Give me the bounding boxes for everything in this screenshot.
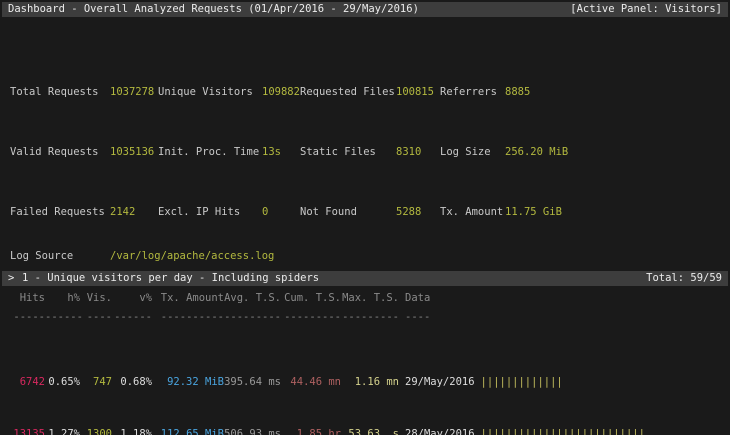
summary-value: 0 — [262, 205, 300, 220]
visitors-table: 6742 0.65% 747 0.68% 92.32 MiB 395.64 ms… — [0, 324, 730, 435]
column-header-tx: Tx. Amount — [152, 292, 224, 305]
column-header-hits: Hits — [10, 292, 45, 305]
cell-tx-amount: 92.32 MiB — [152, 376, 224, 389]
visitor-row[interactable]: 6742 0.65% 747 0.68% 92.32 MiB 395.64 ms… — [0, 376, 730, 389]
app-titlebar: Dashboard - Overall Analyzed Requests (0… — [2, 2, 728, 17]
cell-tx-amount: 112.65 MiB — [152, 428, 224, 435]
separator-dashes: --------- — [341, 311, 399, 324]
separator-dashes: ---------- — [152, 311, 224, 324]
panel-expand-marker: > — [8, 271, 22, 286]
summary-label: Referrers — [440, 85, 505, 100]
log-source-label: Log Source — [10, 250, 110, 263]
cell-visitors-percent: 0.68% — [112, 376, 152, 389]
separator-dashes: ------ — [45, 311, 80, 324]
summary-value: 8310 — [396, 145, 440, 160]
cell-cum-ts: 44.46 mn — [281, 376, 341, 389]
panel-visitors-header[interactable]: > 1 - Unique visitors per day - Includin… — [2, 271, 728, 286]
cell-hits-percent: 1.27% — [45, 428, 80, 435]
summary-value: 100815 — [396, 85, 440, 100]
summary-label: Tx. Amount — [440, 205, 505, 220]
column-header-cum-ts: Cum. T.S. — [281, 292, 341, 305]
dashboard-title: Dashboard - Overall Analyzed Requests (0… — [8, 2, 419, 17]
summary-row: Total Requests 1037278 Unique Visitors 1… — [0, 85, 730, 100]
column-header-vpct: v% — [112, 292, 152, 305]
summary-label: Unique Visitors — [158, 85, 262, 100]
cell-hits-percent: 0.65% — [45, 376, 80, 389]
cell-max-ts: 53.63 s — [341, 428, 399, 435]
log-source-row: Log Source /var/log/apache/access.log — [0, 250, 730, 263]
panel-visitors-title: 1 - Unique visitors per day - Including … — [22, 271, 319, 286]
cell-visitors: 747 — [80, 376, 112, 389]
separator-dashes: ------ — [112, 311, 152, 324]
separator-dashes: --------- — [224, 311, 281, 324]
summary-value: 11.75 GiB — [505, 205, 730, 220]
cell-visitors: 1300 — [80, 428, 112, 435]
visitors-header-separator: ----- ------ ---- ------ ---------- ----… — [0, 311, 730, 324]
overall-summary: Total Requests 1037278 Unique Visitors 1… — [0, 25, 730, 250]
summary-label: Valid Requests — [10, 145, 110, 160]
summary-label: Excl. IP Hits — [158, 205, 262, 220]
cell-cum-ts: 1.85 hr — [281, 428, 341, 435]
column-header-vis: Vis. — [80, 292, 112, 305]
summary-label: Not Found — [300, 205, 396, 220]
summary-label: Static Files — [300, 145, 396, 160]
column-header-data: Data — [405, 292, 430, 305]
column-header-max-ts: Max. T.S. — [341, 292, 399, 305]
summary-value: 1037278 — [110, 85, 158, 100]
cell-hits: 6742 — [10, 376, 45, 389]
summary-label: Log Size — [440, 145, 505, 160]
separator-dashes: ----- — [10, 311, 45, 324]
panel-visitors-total: Total: 59/59 — [646, 271, 722, 286]
column-header-hpct: h% — [45, 292, 80, 305]
summary-value: 5288 — [396, 205, 440, 220]
cell-avg-ts: 506.93 ms — [224, 428, 281, 435]
active-panel-indicator: [Active Panel: Visitors] — [570, 2, 722, 17]
summary-label: Failed Requests — [10, 205, 110, 220]
cell-date: 29/May/2016 — [405, 376, 475, 389]
cell-max-ts: 1.16 mn — [341, 376, 399, 389]
cell-avg-ts: 395.64 ms — [224, 376, 281, 389]
separator-dashes: --------- — [281, 311, 341, 324]
summary-value: 1035136 — [110, 145, 158, 160]
visitors-column-headers: Hits h% Vis. v% Tx. Amount Avg. T.S. Cum… — [0, 292, 730, 305]
hits-bar-chart: ||||||||||||| — [481, 376, 563, 389]
separator-dashes: ---- — [80, 311, 112, 324]
summary-label: Init. Proc. Time — [158, 145, 262, 160]
goaccess-dashboard: Dashboard - Overall Analyzed Requests (0… — [0, 0, 730, 435]
summary-row: Failed Requests 2142 Excl. IP Hits 0 Not… — [0, 205, 730, 220]
separator-dashes: ---- — [405, 311, 430, 324]
cell-visitors-percent: 1.18% — [112, 428, 152, 435]
summary-value: 109882 — [262, 85, 300, 100]
cell-date: 28/May/2016 — [405, 428, 475, 435]
summary-value: 13s — [262, 145, 300, 160]
hits-bar-chart: |||||||||||||||||||||||||| — [481, 428, 645, 435]
summary-label: Total Requests — [10, 85, 110, 100]
summary-row: Valid Requests 1035136 Init. Proc. Time … — [0, 145, 730, 160]
summary-value: 2142 — [110, 205, 158, 220]
column-header-avg-ts: Avg. T.S. — [224, 292, 281, 305]
visitor-row[interactable]: 13135 1.27% 1300 1.18% 112.65 MiB 506.93… — [0, 428, 730, 435]
summary-value: 8885 — [505, 85, 730, 100]
log-source-value: /var/log/apache/access.log — [110, 250, 274, 263]
summary-value: 256.20 MiB — [505, 145, 730, 160]
summary-label: Requested Files — [300, 85, 396, 100]
cell-hits: 13135 — [10, 428, 45, 435]
